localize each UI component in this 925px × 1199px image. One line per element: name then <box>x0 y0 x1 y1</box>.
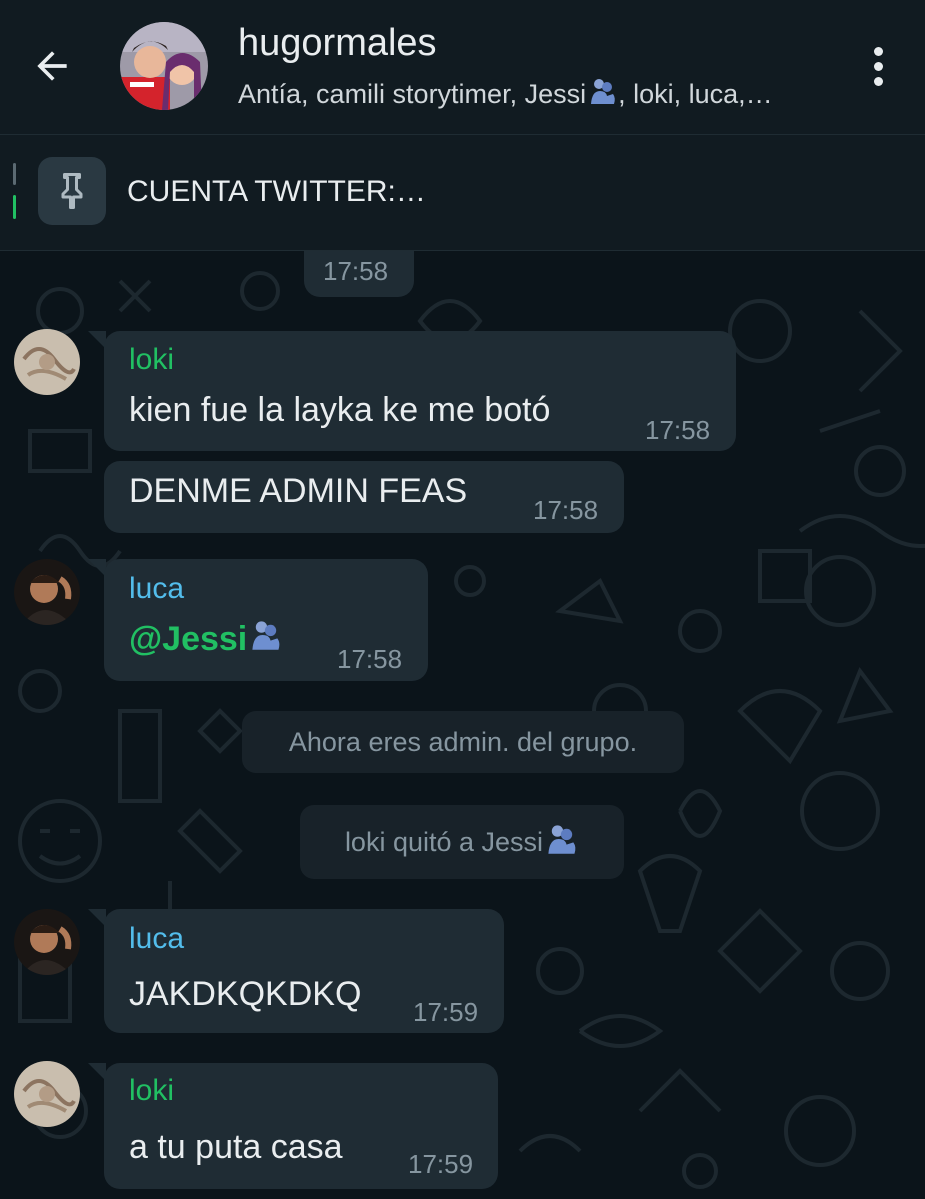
message-text: DENME ADMIN FEAS <box>129 472 468 510</box>
mention-link[interactable]: @Jessi <box>129 620 247 659</box>
pinned-text[interactable]: CUENTA TWITTER:… <box>127 175 426 209</box>
people-hugging-icon <box>545 822 579 863</box>
pin-icon-box <box>38 157 106 225</box>
pin-indicator <box>13 163 16 185</box>
system-message-text: loki quitó a Jessi <box>344 826 544 857</box>
people-hugging-icon <box>588 76 618 113</box>
sender-name-luca[interactable]: luca <box>129 572 184 606</box>
group-avatar[interactable] <box>120 22 208 110</box>
sender-name-luca[interactable]: luca <box>129 922 184 956</box>
back-button[interactable] <box>26 40 78 92</box>
chat-members[interactable]: Antía, camili storytimer, Jessi , loki, … <box>238 76 773 113</box>
message-time: 17:58 <box>337 644 403 674</box>
avatar-loki[interactable] <box>14 329 80 395</box>
people-hugging-icon <box>249 618 283 661</box>
system-message-removed: loki quitó a Jessi <box>300 805 624 879</box>
message-time: 17:59 <box>408 1149 474 1179</box>
group-photo <box>120 22 208 110</box>
message-text: kien fue la layka ke me botó <box>129 391 551 429</box>
pin-icon <box>61 173 83 209</box>
pin-indicator-active <box>13 195 16 219</box>
message-time: 17:58 <box>533 495 599 525</box>
chat-area[interactable]: 17:58 loki kien fue la layka ke me botó … <box>0 251 925 1199</box>
message-time: 17:58 <box>645 415 711 445</box>
members-list-tail: , loki, luca,… <box>618 79 773 109</box>
avatar-loki[interactable] <box>14 1061 80 1127</box>
chat-title[interactable]: hugormales <box>238 22 437 65</box>
message-text: JAKDKQKDKQ <box>129 975 362 1013</box>
avatar-luca[interactable] <box>14 909 80 975</box>
message-time: 17:58 <box>323 256 389 286</box>
sender-name-loki[interactable]: loki <box>129 1074 174 1108</box>
chat-header: hugormales Antía, camili storytimer, Jes… <box>0 0 925 135</box>
more-vertical-icon <box>873 46 883 86</box>
members-list: Antía, camili storytimer, Jessi <box>238 79 587 109</box>
arrow-left-icon <box>37 51 67 81</box>
sender-name-loki[interactable]: loki <box>129 343 174 377</box>
system-message: Ahora eres admin. del grupo. <box>242 711 684 773</box>
message-time: 17:59 <box>413 997 479 1027</box>
message-text: a tu puta casa <box>129 1128 343 1166</box>
message-text-mention[interactable]: @Jessi <box>129 618 283 661</box>
more-options-button[interactable] <box>858 40 898 92</box>
avatar-luca[interactable] <box>14 559 80 625</box>
